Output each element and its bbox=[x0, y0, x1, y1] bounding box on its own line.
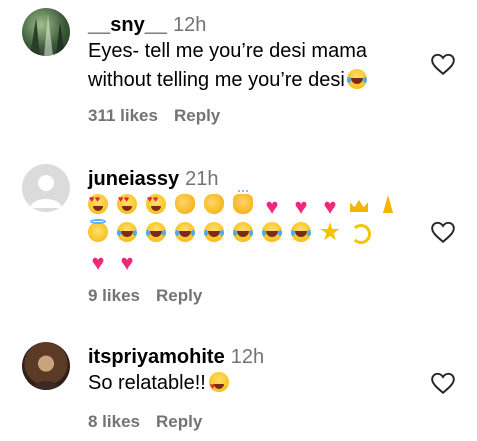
emoji-row bbox=[88, 219, 378, 252]
likes-count[interactable]: 311 likes bbox=[88, 106, 158, 125]
like-heart-icon[interactable] bbox=[430, 52, 456, 76]
like-heart-icon[interactable] bbox=[430, 220, 456, 244]
reply-button[interactable]: Reply bbox=[156, 286, 202, 305]
clapping-emoji-icon bbox=[204, 194, 224, 214]
heart-eyes-emoji-icon bbox=[117, 194, 137, 214]
comment-header: juneiassy 21h bbox=[88, 167, 219, 191]
clapping-emoji-icon bbox=[175, 194, 195, 214]
pink-heart-emoji-icon: ♥ bbox=[91, 250, 105, 275]
laughing-emoji-icon bbox=[146, 222, 166, 242]
avatar-image bbox=[30, 14, 65, 56]
username[interactable]: juneiassy bbox=[88, 168, 179, 190]
pink-heart-emoji-icon: ♥ bbox=[265, 194, 279, 219]
heart-eyes-emoji-icon bbox=[146, 194, 166, 214]
comment-meta: 311 likes Reply bbox=[88, 106, 220, 126]
reply-button[interactable]: Reply bbox=[174, 106, 220, 125]
laughing-emoji-icon bbox=[346, 69, 367, 89]
crown-emoji-icon bbox=[349, 194, 369, 214]
comment-meta: 9 likes Reply bbox=[88, 286, 202, 306]
timestamp: 21h bbox=[185, 168, 219, 190]
avatar[interactable] bbox=[22, 164, 70, 212]
emoji-row: ♥ ♥ bbox=[88, 250, 146, 280]
raising-hands-emoji-icon bbox=[233, 190, 253, 214]
username[interactable]: __sny__ bbox=[88, 14, 167, 36]
pink-heart-emoji-icon: ♥ bbox=[294, 194, 308, 219]
laughing-emoji-icon bbox=[233, 222, 253, 242]
laughing-emoji-icon bbox=[117, 222, 137, 242]
laughing-emoji-icon bbox=[175, 222, 195, 242]
avatar[interactable] bbox=[22, 8, 70, 56]
halo-emoji-icon bbox=[88, 219, 108, 242]
pink-heart-emoji-icon: ♥ bbox=[323, 194, 337, 219]
pray-emoji-icon bbox=[378, 194, 398, 214]
reply-button[interactable]: Reply bbox=[156, 412, 202, 431]
default-avatar-icon bbox=[30, 175, 62, 208]
comment-text-line: Eyes- tell me you’re desi mama bbox=[88, 40, 367, 62]
username[interactable]: itspriyamohite bbox=[88, 346, 225, 368]
likes-count[interactable]: 9 likes bbox=[88, 286, 140, 305]
like-heart-icon[interactable] bbox=[430, 371, 456, 395]
emoji-row: ♥ ♥ ♥ bbox=[88, 190, 407, 224]
timestamp: 12h bbox=[230, 346, 265, 368]
comment-text-line: without telling me you’re desi bbox=[88, 66, 376, 95]
laughing-emoji-icon bbox=[291, 222, 311, 242]
likes-count[interactable]: 8 likes bbox=[88, 412, 140, 431]
laughing-emoji-icon bbox=[262, 222, 282, 242]
comment-meta: 8 likes Reply bbox=[88, 412, 202, 432]
dizzy-emoji-icon bbox=[349, 222, 371, 244]
comment-text: Eyes- tell me you’re desi mama without t… bbox=[88, 37, 376, 95]
avatar[interactable] bbox=[22, 342, 70, 390]
star-emoji-icon bbox=[320, 222, 340, 242]
pink-heart-emoji-icon: ♥ bbox=[120, 250, 134, 275]
laughing-emoji-icon bbox=[204, 222, 224, 242]
timestamp: 12h bbox=[172, 14, 207, 36]
avatar-image bbox=[32, 381, 60, 390]
comment-header: itspriyamohite 12h bbox=[88, 345, 264, 369]
heart-eyes-emoji-icon bbox=[88, 194, 108, 214]
heart-eyes-emoji-icon bbox=[208, 372, 229, 401]
comment-text: So relatable!! bbox=[88, 369, 238, 401]
comment-header: __sny__ 12h bbox=[88, 13, 206, 37]
